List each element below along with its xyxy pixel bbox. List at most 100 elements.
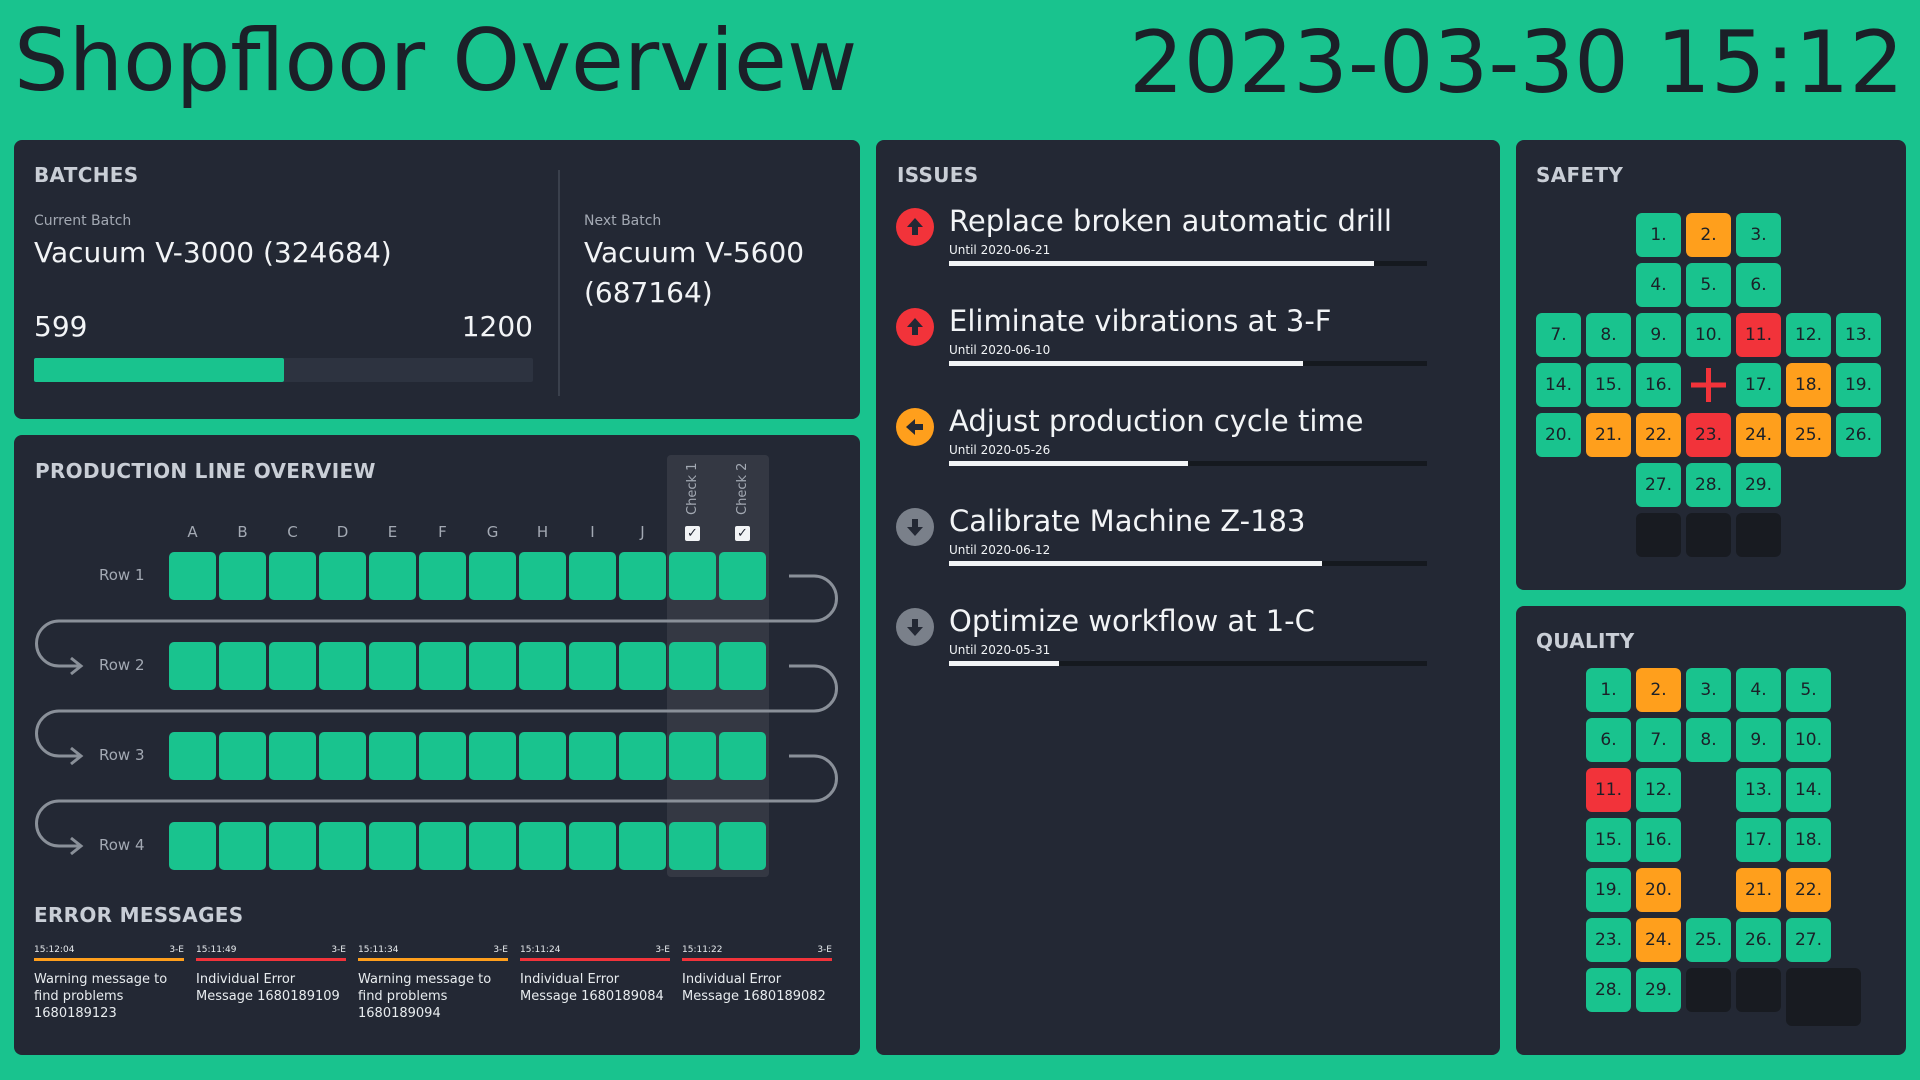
error-message-item[interactable]: 15:11:22 3-E Individual Error Message 1680… — [682, 945, 832, 1005]
quality-day-tile[interactable]: 26. — [1736, 918, 1781, 962]
quality-day-tile[interactable]: 6. — [1586, 718, 1631, 762]
station-cell[interactable] — [569, 642, 616, 690]
quality-day-tile[interactable]: 9. — [1736, 718, 1781, 762]
safety-day-tile[interactable]: 20. — [1536, 413, 1581, 457]
quality-day-tile[interactable]: 10. — [1786, 718, 1831, 762]
safety-day-tile[interactable]: 8. — [1586, 313, 1631, 357]
station-cell[interactable] — [169, 642, 216, 690]
quality-day-tile[interactable]: 8. — [1686, 718, 1731, 762]
safety-day-tile[interactable]: 29. — [1736, 463, 1781, 507]
safety-day-tile[interactable]: 10. — [1686, 313, 1731, 357]
issue-item[interactable]: Eliminate vibrations at 3-F Until 2020-06… — [896, 304, 1436, 398]
error-message-item[interactable]: 15:11:24 3-E Individual Error Message 1680… — [520, 945, 670, 1005]
station-cell[interactable] — [569, 552, 616, 600]
station-cell[interactable] — [669, 552, 716, 600]
safety-day-tile[interactable]: 22. — [1636, 413, 1681, 457]
quality-day-tile[interactable]: 17. — [1736, 818, 1781, 862]
safety-day-tile[interactable]: 27. — [1636, 463, 1681, 507]
station-cell[interactable] — [419, 732, 466, 780]
safety-day-tile[interactable]: 12. — [1786, 313, 1831, 357]
safety-day-tile[interactable]: 26. — [1836, 413, 1881, 457]
safety-day-tile[interactable]: 24. — [1736, 413, 1781, 457]
check-checkbox[interactable]: ✓ — [735, 526, 750, 541]
quality-day-tile[interactable]: 15. — [1586, 818, 1631, 862]
station-cell[interactable] — [469, 642, 516, 690]
safety-day-tile[interactable]: 16. — [1636, 363, 1681, 407]
station-cell[interactable] — [519, 822, 566, 870]
station-cell[interactable] — [469, 732, 516, 780]
station-cell[interactable] — [719, 552, 766, 600]
station-cell[interactable] — [169, 732, 216, 780]
quality-day-tile[interactable]: 16. — [1636, 818, 1681, 862]
quality-day-tile[interactable]: 25. — [1686, 918, 1731, 962]
issue-item[interactable]: Replace broken automatic drill Until 2020… — [896, 204, 1436, 298]
safety-day-tile[interactable]: 25. — [1786, 413, 1831, 457]
safety-day-tile[interactable]: 7. — [1536, 313, 1581, 357]
station-cell[interactable] — [419, 642, 466, 690]
station-cell[interactable] — [419, 822, 466, 870]
station-cell[interactable] — [369, 732, 416, 780]
station-cell[interactable] — [619, 552, 666, 600]
quality-day-tile[interactable]: 29. — [1636, 968, 1681, 1012]
quality-day-tile[interactable]: 19. — [1586, 868, 1631, 912]
station-cell[interactable] — [369, 552, 416, 600]
station-cell[interactable] — [269, 642, 316, 690]
safety-day-tile[interactable]: 11. — [1736, 313, 1781, 357]
station-cell[interactable] — [219, 642, 266, 690]
station-cell[interactable] — [469, 822, 516, 870]
quality-day-tile[interactable]: 18. — [1786, 818, 1831, 862]
station-cell[interactable] — [269, 732, 316, 780]
station-cell[interactable] — [169, 552, 216, 600]
quality-day-tile[interactable]: 13. — [1736, 768, 1781, 812]
station-cell[interactable] — [369, 642, 416, 690]
station-cell[interactable] — [369, 822, 416, 870]
safety-day-tile[interactable]: 5. — [1686, 263, 1731, 307]
station-cell[interactable] — [419, 552, 466, 600]
station-cell[interactable] — [319, 642, 366, 690]
quality-day-tile[interactable]: 24. — [1636, 918, 1681, 962]
quality-day-tile[interactable]: 4. — [1736, 668, 1781, 712]
station-cell[interactable] — [219, 552, 266, 600]
quality-day-tile[interactable]: 2. — [1636, 668, 1681, 712]
safety-day-tile[interactable]: 13. — [1836, 313, 1881, 357]
safety-day-tile[interactable]: 21. — [1586, 413, 1631, 457]
error-message-item[interactable]: 15:11:49 3-E Individual Error Message 1680… — [196, 945, 346, 1005]
station-cell[interactable] — [519, 552, 566, 600]
station-cell[interactable] — [569, 732, 616, 780]
station-cell[interactable] — [519, 642, 566, 690]
station-cell[interactable] — [319, 552, 366, 600]
station-cell[interactable] — [319, 822, 366, 870]
station-cell[interactable] — [669, 822, 716, 870]
issue-item[interactable]: Adjust production cycle time Until 2020-0… — [896, 404, 1436, 498]
station-cell[interactable] — [519, 732, 566, 780]
quality-day-tile[interactable]: 7. — [1636, 718, 1681, 762]
quality-day-tile[interactable]: 21. — [1736, 868, 1781, 912]
station-cell[interactable] — [719, 732, 766, 780]
safety-day-tile[interactable]: 18. — [1786, 363, 1831, 407]
issue-item[interactable]: Optimize workflow at 1-C Until 2020-05-31 — [896, 604, 1436, 698]
safety-day-tile[interactable]: 19. — [1836, 363, 1881, 407]
safety-day-tile[interactable]: 1. — [1636, 213, 1681, 257]
safety-day-tile[interactable]: 15. — [1586, 363, 1631, 407]
error-message-item[interactable]: 15:12:04 3-E Warning message to find probl… — [34, 945, 184, 1022]
quality-day-tile[interactable]: 20. — [1636, 868, 1681, 912]
station-cell[interactable] — [619, 642, 666, 690]
issue-item[interactable]: Calibrate Machine Z-183 Until 2020-06-12 — [896, 504, 1436, 598]
safety-day-tile[interactable]: 6. — [1736, 263, 1781, 307]
quality-day-tile[interactable]: 1. — [1586, 668, 1631, 712]
quality-day-tile[interactable]: 23. — [1586, 918, 1631, 962]
safety-day-tile[interactable]: 17. — [1736, 363, 1781, 407]
safety-day-tile[interactable]: 23. — [1686, 413, 1731, 457]
safety-day-tile[interactable]: 2. — [1686, 213, 1731, 257]
safety-day-tile[interactable]: 14. — [1536, 363, 1581, 407]
station-cell[interactable] — [219, 732, 266, 780]
station-cell[interactable] — [719, 822, 766, 870]
safety-day-tile[interactable]: 28. — [1686, 463, 1731, 507]
quality-day-tile[interactable]: 12. — [1636, 768, 1681, 812]
quality-day-tile[interactable]: 3. — [1686, 668, 1731, 712]
station-cell[interactable] — [669, 732, 716, 780]
quality-day-tile[interactable]: 27. — [1786, 918, 1831, 962]
station-cell[interactable] — [269, 552, 316, 600]
error-message-item[interactable]: 15:11:34 3-E Warning message to find probl… — [358, 945, 508, 1022]
safety-day-tile[interactable]: 9. — [1636, 313, 1681, 357]
